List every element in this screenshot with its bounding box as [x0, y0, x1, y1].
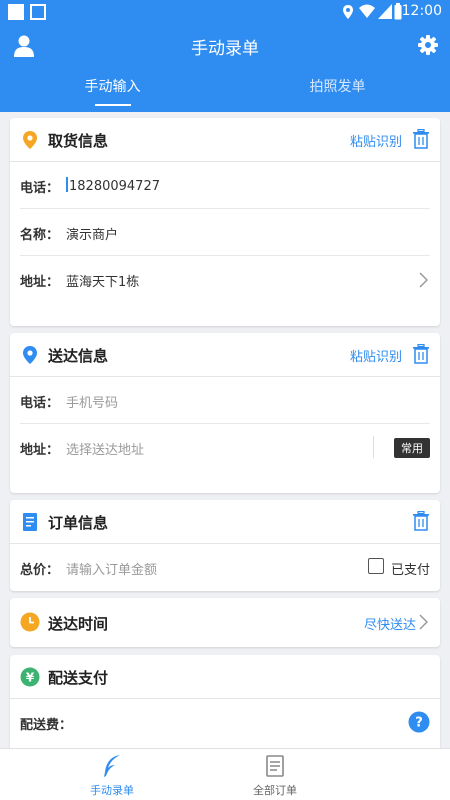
pickup-name-input[interactable]: 演示商户	[66, 224, 118, 243]
delivery-fee-row[interactable]: 配送费： ?	[20, 699, 430, 746]
order-total-label: 总价：	[20, 563, 60, 578]
list-icon	[266, 755, 284, 777]
pickup-title: 取货信息	[48, 132, 109, 150]
tab-photo-order[interactable]: 拍照发单	[225, 76, 450, 96]
delivery-time-title: 送达时间	[48, 615, 109, 633]
delivery-phone-row[interactable]: 电话： 手机号码	[20, 377, 430, 424]
pickup-paste-button[interactable]: 粘贴识别	[350, 131, 402, 150]
pickup-address-row[interactable]: 地址： 蓝海天下1栋	[20, 256, 430, 303]
gear-icon[interactable]	[418, 35, 438, 55]
pickup-phone-label: 电话：	[20, 181, 60, 196]
trash-icon[interactable]	[412, 511, 430, 531]
nav-manual-order[interactable]: 手动录单	[32, 749, 192, 800]
text-cursor	[66, 177, 68, 192]
delivery-time-card[interactable]: 送达时间 尽快送达	[10, 598, 440, 647]
yuan-symbol: ¥	[26, 671, 35, 685]
delivery-time-header: 送达时间 尽快送达	[10, 598, 440, 647]
yuan-icon: ¥	[20, 667, 40, 687]
status-time: 12:00	[401, 3, 442, 19]
nav-all-orders[interactable]: 全部订单	[195, 749, 355, 800]
signal-icon	[378, 4, 392, 19]
delivery-title: 送达信息	[48, 347, 109, 365]
help-symbol: ?	[415, 716, 423, 731]
delivery-fee-label: 配送费：	[20, 718, 73, 733]
location-icon	[343, 5, 353, 19]
tab-manual-input[interactable]: 手动输入	[0, 76, 225, 96]
delivery-address-row[interactable]: 地址： 选择送达地址 常用	[20, 424, 430, 471]
paid-label[interactable]: 已支付	[391, 559, 430, 578]
image-icon	[30, 4, 46, 20]
tab-indicator	[95, 104, 131, 106]
pickup-address-label: 地址：	[20, 275, 60, 290]
order-header: 订单信息	[10, 500, 440, 544]
location-pin-icon	[23, 131, 37, 149]
chevron-right-icon	[419, 614, 428, 630]
trash-icon[interactable]	[412, 344, 430, 364]
delivery-paste-button[interactable]: 粘贴识别	[350, 346, 402, 365]
clock-icon	[20, 612, 40, 632]
divider	[373, 436, 374, 458]
pickup-name-row[interactable]: 名称： 演示商户	[20, 209, 430, 256]
pickup-phone-value: 18280094727	[69, 179, 160, 194]
delivery-address-input[interactable]: 选择送达地址	[66, 439, 144, 458]
delivery-time-value[interactable]: 尽快送达	[364, 614, 416, 633]
order-total-row[interactable]: 总价： 请输入订单金额 已支付	[20, 544, 430, 591]
feather-pen-icon	[104, 755, 120, 777]
pickup-card: 取货信息 粘贴识别 电话： 18280094727 名称： 演示商户 地址： 蓝…	[10, 118, 440, 326]
pickup-phone-row[interactable]: 电话： 18280094727	[20, 162, 430, 209]
delivery-phone-input[interactable]: 手机号码	[66, 392, 118, 411]
location-pin-icon	[23, 346, 37, 364]
nav-manual-order-label: 手动录单	[90, 784, 134, 797]
delivery-card: 送达信息 粘贴识别 电话： 手机号码 地址： 选择送达地址 常用	[10, 333, 440, 493]
payment-header: ¥ 配送支付	[10, 655, 440, 699]
help-icon[interactable]: ?	[408, 711, 430, 733]
order-card: 订单信息 总价： 请输入订单金额 已支付	[10, 500, 440, 591]
pickup-address-value: 蓝海天下1栋	[66, 275, 140, 290]
delivery-header: 送达信息 粘贴识别	[10, 333, 440, 377]
notification-icon	[8, 4, 24, 20]
trash-icon[interactable]	[412, 129, 430, 149]
page-title: 手动录单	[191, 39, 259, 59]
bottom-nav: 手动录单 全部订单	[0, 748, 450, 800]
common-address-button[interactable]: 常用	[394, 438, 430, 458]
paid-checkbox[interactable]	[368, 558, 384, 574]
payment-card: ¥ 配送支付 配送费： ?	[10, 655, 440, 755]
document-icon	[23, 513, 37, 531]
app-bar: 手动录单 手动输入 拍照发单	[0, 24, 450, 112]
delivery-address-label: 地址：	[20, 443, 60, 458]
status-bar: 12:00	[0, 0, 450, 24]
pickup-phone-input[interactable]: 18280094727	[66, 177, 160, 194]
order-total-input[interactable]: 请输入订单金额	[66, 559, 157, 578]
payment-title: 配送支付	[48, 669, 109, 687]
nav-all-orders-label: 全部订单	[253, 784, 297, 797]
pickup-header: 取货信息 粘贴识别	[10, 118, 440, 162]
chevron-right-icon	[419, 272, 428, 288]
wifi-icon	[359, 4, 375, 18]
pickup-name-label: 名称：	[20, 228, 60, 243]
order-title: 订单信息	[48, 514, 109, 532]
delivery-phone-label: 电话：	[20, 396, 60, 411]
